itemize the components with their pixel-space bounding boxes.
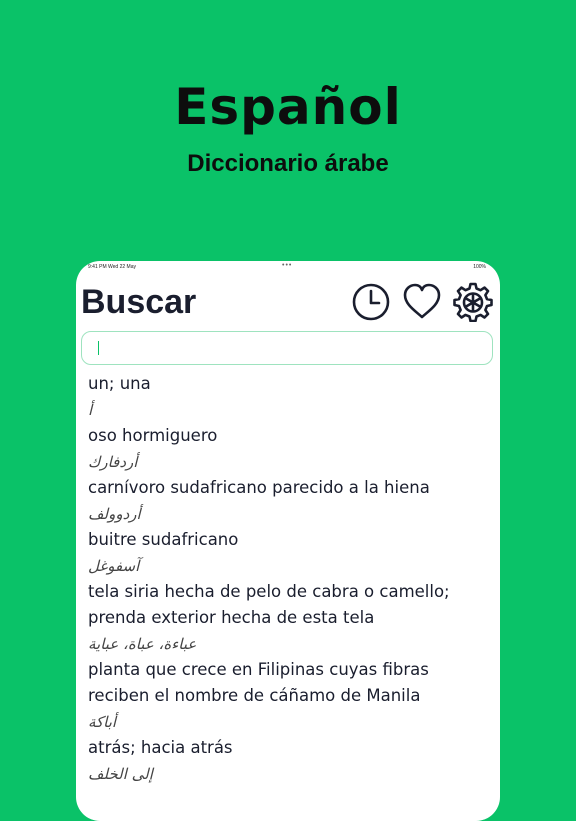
device-screen: 9:41 PM Wed 22 May ••• 100% Buscar un; u… xyxy=(76,261,500,821)
entry-spanish: atrás; hacia atrás xyxy=(88,738,233,757)
entry-spanish: un; una xyxy=(88,374,151,393)
entry-spanish: buitre sudafricano xyxy=(88,530,239,549)
favorites-button[interactable] xyxy=(402,282,442,322)
entry-arabic: عباءة، عباة، عباية xyxy=(88,635,197,653)
entry-arabic: آسفوغل xyxy=(88,557,140,575)
list-item[interactable]: oso hormiguero أردفارك xyxy=(88,423,492,475)
status-time: 9:41 PM Wed 22 May xyxy=(88,264,136,270)
header: Buscar xyxy=(76,279,500,329)
entry-arabic: أباكة xyxy=(88,713,117,731)
list-item[interactable]: planta que crece en Filipinas cuyas fibr… xyxy=(88,657,492,735)
gear-icon xyxy=(453,282,493,322)
page-title: Buscar xyxy=(81,283,197,321)
history-button[interactable] xyxy=(351,282,391,322)
settings-button[interactable] xyxy=(453,282,493,322)
search-input[interactable] xyxy=(92,336,476,362)
entry-spanish: carnívoro sudafricano parecido a la hien… xyxy=(88,478,430,497)
entry-arabic: أردوولف xyxy=(88,505,141,523)
list-item[interactable]: carnívoro sudafricano parecido a la hien… xyxy=(88,475,492,527)
search-box[interactable] xyxy=(81,331,493,365)
battery-status: 100% xyxy=(473,264,486,270)
list-item[interactable]: atrás; hacia atrás إلى الخلف xyxy=(88,735,492,787)
text-caret xyxy=(98,341,99,355)
multitasking-dots-icon[interactable]: ••• xyxy=(282,262,292,269)
promo-subtitle: Diccionario árabe xyxy=(187,150,389,177)
list-item[interactable]: buitre sudafricano آسفوغل xyxy=(88,527,492,579)
heart-icon xyxy=(403,283,441,319)
list-item[interactable]: un; una أ xyxy=(88,371,492,423)
entry-arabic: أ xyxy=(88,401,93,419)
status-bar: 9:41 PM Wed 22 May ••• 100% xyxy=(76,261,500,273)
entry-spanish: oso hormiguero xyxy=(88,426,218,445)
entry-spanish: planta que crece en Filipinas cuyas fibr… xyxy=(88,660,429,705)
entry-arabic: أردفارك xyxy=(88,453,138,471)
entry-spanish: tela siria hecha de pelo de cabra o came… xyxy=(88,582,450,627)
list-item[interactable]: tela siria hecha de pelo de cabra o came… xyxy=(88,579,492,657)
results-list: un; una أ oso hormiguero أردفارك carnívoro s… xyxy=(88,371,492,787)
entry-arabic: إلى الخلف xyxy=(88,765,153,783)
history-clock-icon xyxy=(352,283,390,321)
promo-title: Español xyxy=(174,78,402,136)
